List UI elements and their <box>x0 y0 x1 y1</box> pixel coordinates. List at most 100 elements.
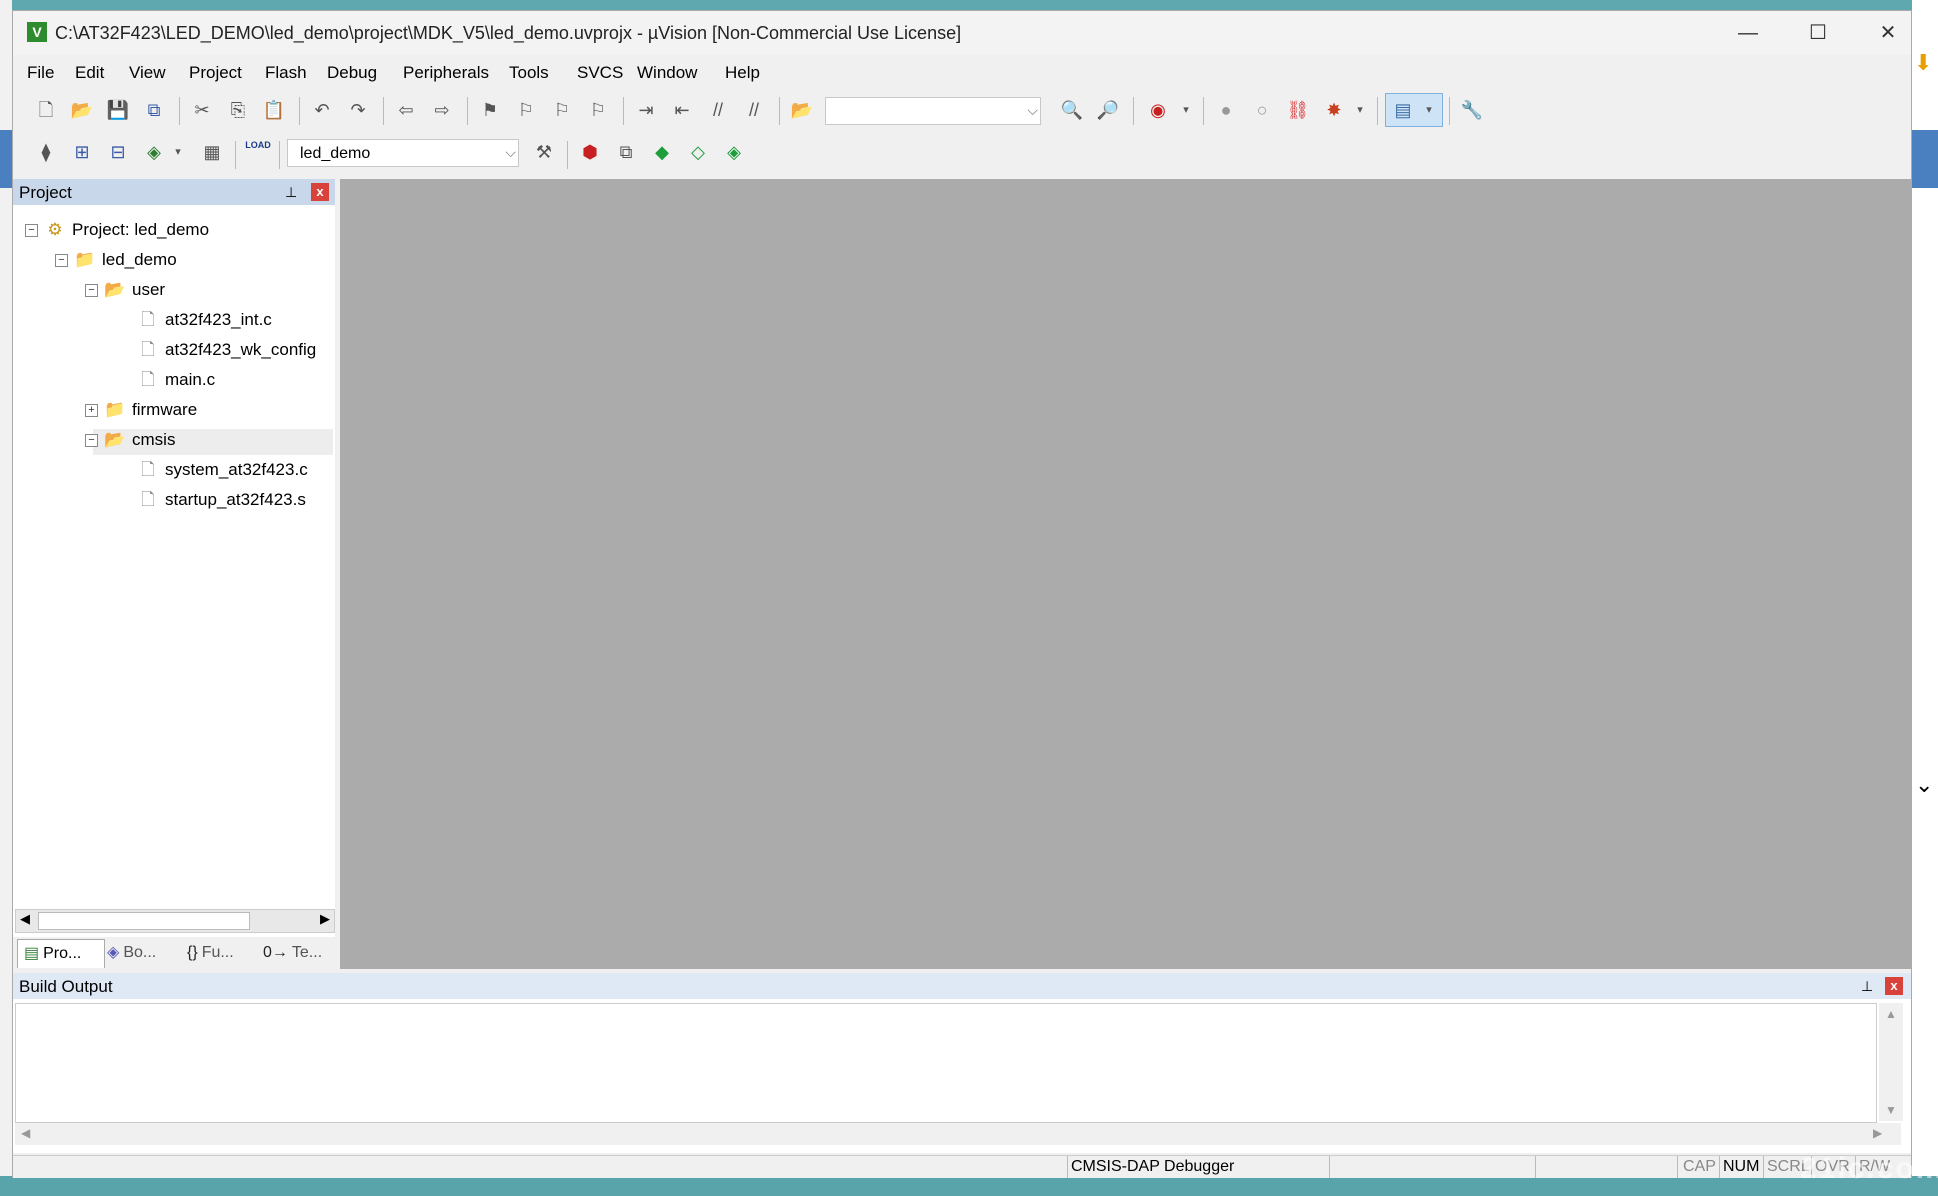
save-all-icon[interactable]: ⧉ <box>141 97 167 123</box>
close-button[interactable]: ✕ <box>1863 17 1913 49</box>
undo-icon[interactable]: ↶ <box>309 97 335 123</box>
minimize-button[interactable]: — <box>1723 17 1773 49</box>
uncomment-icon[interactable]: // <box>741 97 767 123</box>
manage-run-time-environment-icon[interactable]: ◆ <box>649 139 675 165</box>
expand-icon[interactable]: + <box>85 404 98 418</box>
chevron-down-icon[interactable]: ▾ <box>165 139 191 165</box>
tree-node-target[interactable]: − 📁 led_demo <box>55 247 177 273</box>
build-icon[interactable]: ⊞ <box>69 139 95 165</box>
menu-edit[interactable]: Edit <box>75 63 104 83</box>
menu-peripherals[interactable]: Peripherals <box>403 63 489 83</box>
stop-build-icon[interactable]: ▦ <box>199 139 225 165</box>
tree-node-file[interactable]: 🗋 main.c <box>137 367 215 393</box>
editor-area[interactable] <box>340 179 1911 969</box>
download-icon[interactable]: ⬇ <box>1914 50 1932 76</box>
breakpoint-icon[interactable]: ● <box>1213 97 1239 123</box>
menu-help[interactable]: Help <box>725 63 760 83</box>
build-output-horizontal-scrollbar[interactable]: ◀ ▶ <box>15 1123 1901 1145</box>
menu-flash[interactable]: Flash <box>265 63 307 83</box>
chevron-down-icon[interactable]: ▾ <box>1347 97 1373 123</box>
options-for-target-icon[interactable]: ⚒ <box>531 139 557 165</box>
comment-icon[interactable]: // <box>705 97 731 123</box>
pack-installer-icon[interactable]: ◇ <box>685 139 711 165</box>
menu-file[interactable]: File <box>27 63 54 83</box>
new-file-icon[interactable]: 🗋 <box>33 97 59 123</box>
project-horizontal-scrollbar[interactable]: ◀ ▶ <box>15 909 335 933</box>
scroll-down-icon[interactable]: ▼ <box>1885 1103 1897 1117</box>
cut-icon[interactable]: ✂ <box>189 97 215 123</box>
target-select[interactable]: led_demo ⌵ <box>287 139 519 167</box>
menu-window[interactable]: Window <box>637 63 697 83</box>
collapse-icon[interactable]: − <box>55 254 68 268</box>
rebuild-icon[interactable]: ⊟ <box>105 139 131 165</box>
find-in-files-icon[interactable]: 📂 <box>789 97 815 123</box>
unindent-icon[interactable]: ⇤ <box>669 97 695 123</box>
maximize-button[interactable]: ☐ <box>1793 17 1843 49</box>
indent-icon[interactable]: ⇥ <box>633 97 659 123</box>
status-debugger: CMSIS-DAP Debugger <box>1071 1158 1235 1175</box>
pin-icon[interactable]: ⊥ <box>285 184 297 201</box>
build-output-text[interactable] <box>15 1003 1877 1123</box>
tree-node-file[interactable]: 🗋 at32f423_wk_config <box>137 337 316 363</box>
tab-functions[interactable]: {} Fu... <box>187 939 257 967</box>
tree-node-file[interactable]: 🗋 at32f423_int.c <box>137 307 272 333</box>
incremental-find-icon[interactable]: 🔎 <box>1095 97 1121 123</box>
find-icon[interactable]: 🔍 <box>1059 97 1085 123</box>
tab-books[interactable]: ◈ Bo... <box>107 939 177 967</box>
scroll-thumb[interactable] <box>38 912 250 930</box>
redo-icon[interactable]: ↷ <box>345 97 371 123</box>
bookmark-next-icon[interactable]: ⚐ <box>549 97 575 123</box>
tree-node-label: startup_at32f423.s <box>165 490 306 509</box>
menu-svcs[interactable]: SVCS <box>577 63 623 83</box>
breakpoint-disable-all-icon[interactable]: ⛓ <box>1285 97 1311 123</box>
menu-project[interactable]: Project <box>189 63 242 83</box>
save-icon[interactable]: 💾 <box>105 97 131 123</box>
menu-debug[interactable]: Debug <box>327 63 377 83</box>
nav-back-icon[interactable]: ⇦ <box>393 97 419 123</box>
debug-session-icon[interactable]: ◉ <box>1145 97 1171 123</box>
select-packs-icon[interactable]: ⧉ <box>613 139 639 165</box>
close-panel-button[interactable]: x <box>311 183 329 201</box>
component-wizard-icon[interactable]: ◈ <box>721 139 747 165</box>
tree-node-group-cmsis[interactable]: − 📂 cmsis <box>85 427 175 453</box>
scroll-left-icon[interactable]: ◀ <box>20 911 30 927</box>
pin-icon[interactable]: ⊥ <box>1861 978 1873 995</box>
breakpoint-kill-all-icon[interactable]: ✸ <box>1321 97 1347 123</box>
collapse-icon[interactable]: − <box>85 284 98 298</box>
build-output-vertical-scrollbar[interactable]: ▲ ▼ <box>1879 1003 1903 1121</box>
configure-wrench-icon[interactable]: 🔧 <box>1459 97 1485 123</box>
download-load-icon[interactable]: LOAD <box>245 139 271 165</box>
scroll-left-icon[interactable]: ◀ <box>21 1126 30 1140</box>
find-combo[interactable]: ⌵ <box>825 97 1041 125</box>
tree-node-group-user[interactable]: − 📂 user <box>85 277 165 303</box>
tree-node-project[interactable]: − ⚙ Project: led_demo <box>25 217 209 243</box>
window-layout-button[interactable]: ▤ ▾ <box>1385 93 1443 127</box>
translate-icon[interactable]: ⧫ <box>33 139 59 165</box>
tree-node-group-firmware[interactable]: + 📁 firmware <box>85 397 197 423</box>
menu-view[interactable]: View <box>129 63 166 83</box>
close-build-output-button[interactable]: x <box>1885 977 1903 995</box>
scroll-right-icon[interactable]: ▶ <box>320 911 330 927</box>
open-file-icon[interactable]: 📂 <box>69 97 95 123</box>
paste-icon[interactable]: 📋 <box>261 97 287 123</box>
manage-project-items-icon[interactable]: ⬢ <box>577 139 603 165</box>
batch-build-icon[interactable]: ◈ <box>141 139 167 165</box>
bookmark-set-icon[interactable]: ⚑ <box>477 97 503 123</box>
bookmark-clear-icon[interactable]: ⚐ <box>585 97 611 123</box>
scroll-up-icon[interactable]: ▲ <box>1885 1007 1897 1021</box>
tab-project[interactable]: ▤ Pro... <box>17 939 105 968</box>
chevron-down-icon[interactable]: ⌄ <box>1915 772 1933 798</box>
window-layout-icon: ▤ <box>1394 100 1412 120</box>
chevron-down-icon[interactable]: ▾ <box>1173 97 1199 123</box>
copy-icon[interactable]: ⎘ <box>225 97 251 123</box>
collapse-icon[interactable]: − <box>25 224 38 238</box>
breakpoint-disable-icon[interactable]: ○ <box>1249 97 1275 123</box>
bookmark-prev-icon[interactable]: ⚐ <box>513 97 539 123</box>
collapse-icon[interactable]: − <box>85 434 98 448</box>
tree-node-file[interactable]: 🗋 system_at32f423.c <box>137 457 308 483</box>
nav-forward-icon[interactable]: ⇨ <box>429 97 455 123</box>
menu-tools[interactable]: Tools <box>509 63 549 83</box>
tree-node-file[interactable]: 🗋 startup_at32f423.s <box>137 487 306 513</box>
scroll-right-icon[interactable]: ▶ <box>1873 1126 1882 1140</box>
tab-templates[interactable]: 0→ Te... <box>263 939 333 967</box>
